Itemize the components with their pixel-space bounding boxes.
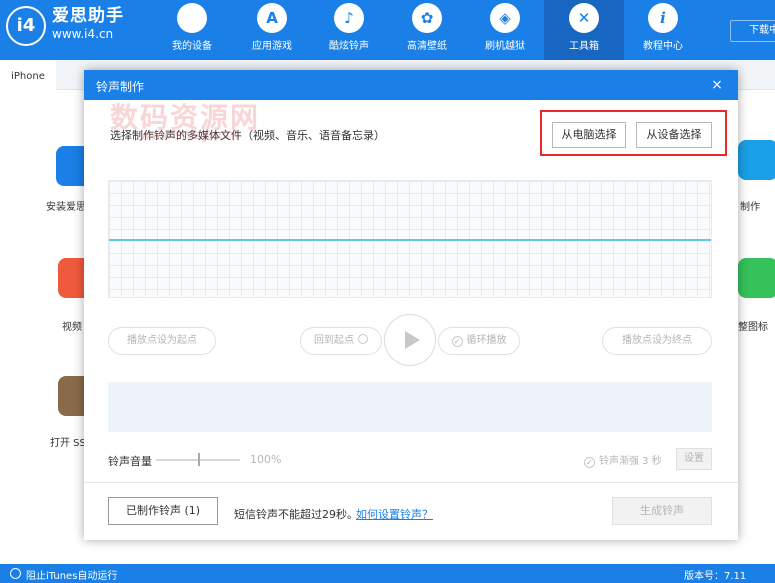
- volume-percent: 100%: [250, 453, 282, 466]
- nav-label: 我的设备: [172, 41, 212, 52]
- flower-icon: ✿: [412, 3, 442, 33]
- top-navigation-bar: i4 爱思助手 www.i4.cn 我的设备 A 应用游戏 ♪ 酷炫铃声 ✿ 高…: [0, 0, 775, 60]
- loop-check-icon: ✓: [451, 336, 463, 347]
- nav-label: 酷炫铃声: [329, 41, 369, 52]
- waveform-area[interactable]: [108, 180, 712, 298]
- bg-app-label: 视频: [62, 322, 82, 333]
- how-to-set-ringtone-link[interactable]: 如何设置铃声？: [356, 506, 433, 522]
- choose-from-pc-button[interactable]: 从电脑选择: [552, 122, 626, 148]
- set-start-button[interactable]: 播放点设为起点: [108, 327, 216, 355]
- ringtone-app-icon[interactable]: [738, 140, 775, 180]
- download-button[interactable]: 下载中: [730, 20, 775, 42]
- dialog-title-bar: 铃声制作 ×: [84, 70, 738, 100]
- waveform-line: [109, 239, 711, 241]
- ringtone-info-area: [108, 382, 712, 432]
- instruction-text: 选择制作铃声的多媒体文件（视频、音乐、语音备忘录）: [110, 129, 385, 142]
- i4-logo: i4: [6, 6, 46, 46]
- play-button[interactable]: [384, 314, 436, 366]
- settings-button[interactable]: 设置: [676, 448, 712, 470]
- made-ringtones-button[interactable]: 已制作铃声 (1): [108, 497, 218, 525]
- block-itunes-toggle[interactable]: 阻止iTunes自动运行: [26, 567, 117, 582]
- loop-play-label: 循环播放: [466, 335, 507, 346]
- fade-check-icon: ✓: [584, 457, 595, 468]
- nav-label: 教程中心: [643, 41, 683, 52]
- volume-slider-handle[interactable]: [198, 453, 200, 466]
- nav-my-device[interactable]: 我的设备: [152, 0, 232, 60]
- bg-app-label: 整图标: [738, 322, 768, 333]
- choose-from-device-button[interactable]: 从设备选择: [636, 122, 712, 148]
- back-icon: [358, 334, 368, 344]
- version-label: 版本号：7.11: [684, 571, 747, 582]
- nav-label: 工具箱: [569, 41, 599, 52]
- close-icon[interactable]: ×: [706, 75, 728, 95]
- nav-tutorials[interactable]: i 教程中心: [623, 0, 703, 60]
- nav-toolbox[interactable]: ✕ 工具箱: [544, 0, 624, 60]
- nav-apps-games[interactable]: A 应用游戏: [232, 0, 312, 60]
- nav-label: 应用游戏: [252, 41, 292, 52]
- bell-icon: ♪: [334, 3, 364, 33]
- bg-app-label: 打开 SS: [50, 438, 86, 449]
- nav-flash-jailbreak[interactable]: ◈ 刷机越狱: [465, 0, 545, 60]
- dropbox-icon: ◈: [490, 3, 520, 33]
- fade-in-toggle[interactable]: ✓ 铃声渐强 3 秒: [584, 452, 662, 468]
- tools-icon: ✕: [569, 3, 599, 33]
- brand: 爱思助手 www.i4.cn: [52, 6, 124, 42]
- bg-app-label: 安装爱思: [46, 202, 86, 213]
- loop-play-toggle[interactable]: ✓ 循环播放: [438, 327, 520, 355]
- circle-icon: [10, 568, 21, 579]
- nav-label: 刷机越狱: [485, 41, 525, 52]
- status-bar: 阻止iTunes自动运行 版本号：7.11: [0, 564, 775, 583]
- brand-name: 爱思助手: [52, 6, 124, 26]
- brand-url: www.i4.cn: [52, 27, 114, 41]
- volume-label: 铃声音量: [108, 455, 152, 468]
- generate-ringtone-button[interactable]: 生成铃声: [612, 497, 712, 525]
- icon-app-icon[interactable]: [738, 258, 775, 298]
- apple-icon: [177, 3, 207, 33]
- play-icon: [405, 331, 420, 349]
- dialog-title: 铃声制作: [96, 80, 145, 94]
- bg-app-label: 制作: [740, 202, 760, 213]
- fade-in-label: 铃声渐强 3 秒: [599, 456, 662, 467]
- footer-divider: [84, 482, 738, 483]
- back-to-start-button[interactable]: 回到起点: [300, 327, 382, 355]
- ringtone-maker-dialog: 铃声制作 × 选择制作铃声的多媒体文件（视频、音乐、语音备忘录） 从电脑选择 从…: [84, 70, 738, 540]
- info-icon: i: [648, 3, 678, 33]
- app-store-icon: A: [257, 3, 287, 33]
- back-to-start-label: 回到起点: [314, 335, 354, 346]
- nav-label: 高清壁纸: [407, 41, 447, 52]
- set-end-button[interactable]: 播放点设为终点: [602, 327, 712, 355]
- tab-iphone[interactable]: iPhone: [0, 60, 56, 90]
- nav-wallpapers[interactable]: ✿ 高清壁纸: [387, 0, 467, 60]
- nav-ringtones[interactable]: ♪ 酷炫铃声: [309, 0, 389, 60]
- sms-limit-note: 短信铃声不能超过29秒。: [234, 508, 358, 521]
